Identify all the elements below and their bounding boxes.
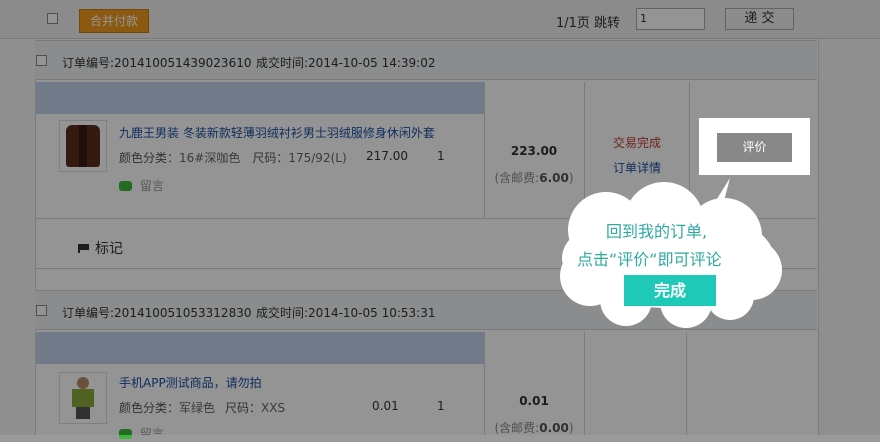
guide-text-line1: 回到我的订单, — [606, 222, 708, 241]
guide-cloud-bubble — [560, 178, 782, 328]
done-button[interactable]: 完成 — [624, 275, 716, 306]
guide-text-line2: 点击“评价“即可评论 — [577, 250, 722, 269]
